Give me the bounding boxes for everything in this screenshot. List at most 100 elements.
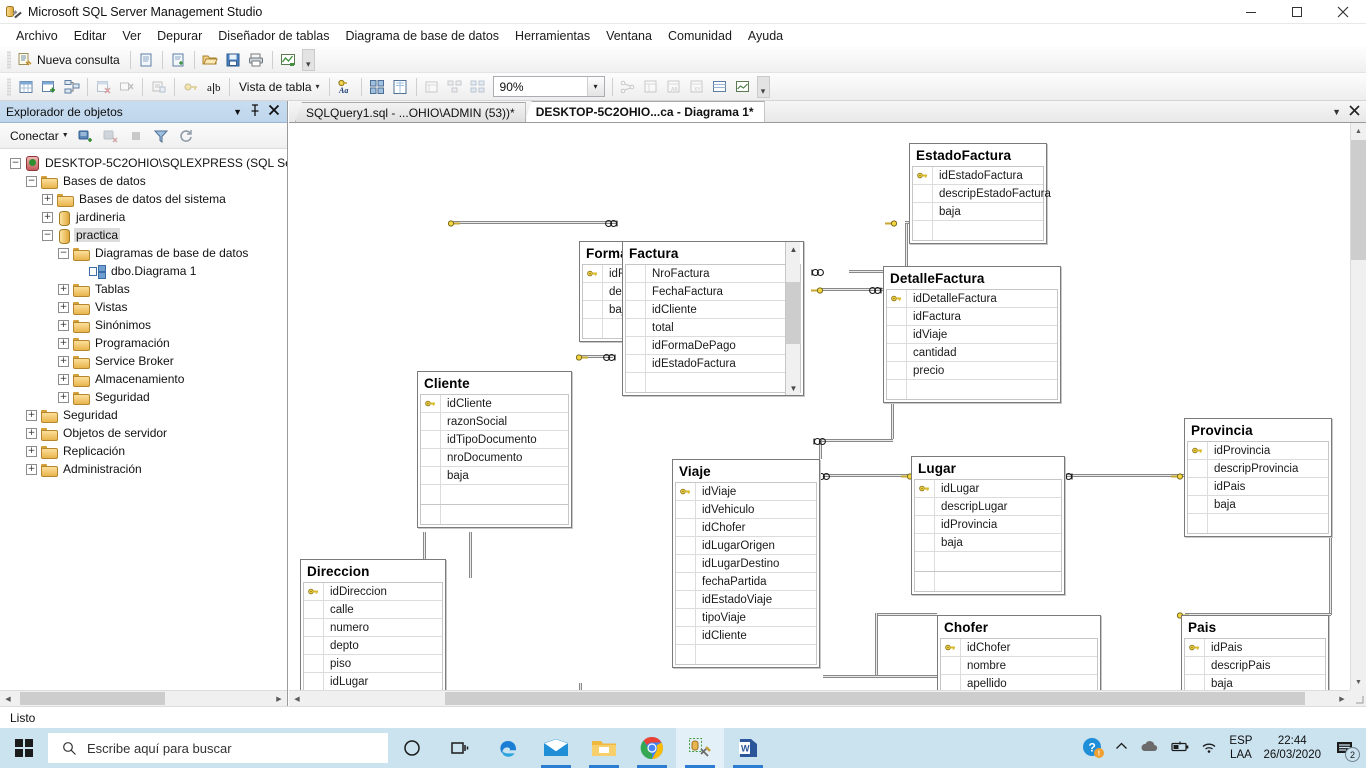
toolbar-overflow-button[interactable]: ▾ <box>301 48 315 71</box>
tree-node[interactable]: − practica <box>0 227 287 244</box>
scroll-right-arrow[interactable]: ▶ <box>1334 691 1350 706</box>
recalculate-page-breaks-button[interactable] <box>389 76 412 98</box>
minimize-button[interactable] <box>1228 0 1274 24</box>
scroll-up-arrow[interactable]: ▲ <box>1351 123 1366 139</box>
scroll-left-arrow[interactable]: ◀ <box>0 691 16 706</box>
menu-archivo[interactable]: Archivo <box>8 26 66 46</box>
cortana-icon[interactable] <box>388 728 436 768</box>
mail-icon[interactable] <box>532 728 580 768</box>
clock[interactable]: 22:44 26/03/2020 <box>1263 734 1321 762</box>
table-field-row[interactable]: FechaFactura <box>626 283 800 301</box>
filter-button[interactable] <box>150 125 173 147</box>
scroll-track[interactable] <box>16 691 271 706</box>
table-field-row[interactable]: depto <box>304 637 442 655</box>
table-field-row[interactable]: idViaje <box>676 483 816 501</box>
word-icon[interactable]: W <box>724 728 772 768</box>
relationship-line[interactable] <box>875 613 878 675</box>
table-field-row[interactable]: idEstadoViaje <box>676 591 816 609</box>
arrange-tables-button[interactable] <box>467 76 490 98</box>
tree-node[interactable]: + Seguridad <box>0 389 287 405</box>
refresh-button[interactable] <box>175 125 198 147</box>
expand-icon[interactable]: + <box>58 355 69 367</box>
relationship-line[interactable] <box>579 683 582 690</box>
table-field-row[interactable]: idDetalleFactura <box>887 290 1057 308</box>
generate-change-script-button[interactable] <box>147 76 170 98</box>
autosize-selected-tables-button[interactable] <box>421 76 444 98</box>
relationship-line[interactable] <box>905 223 908 272</box>
task-view-icon[interactable] <box>436 728 484 768</box>
table-view-standard-button[interactable] <box>640 76 663 98</box>
expand-icon[interactable]: + <box>42 193 53 205</box>
tree-node[interactable]: + Tablas <box>0 281 287 297</box>
table-field-row[interactable]: idViaje <box>887 326 1057 344</box>
relationship-line[interactable] <box>823 474 911 477</box>
save-button[interactable] <box>222 49 245 71</box>
tree-node[interactable]: + Seguridad <box>0 407 287 423</box>
open-file-button[interactable] <box>199 49 222 71</box>
expand-icon[interactable]: + <box>58 319 69 331</box>
tree-node[interactable]: + Bases de datos del sistema <box>0 191 287 207</box>
table-blank-row[interactable] <box>626 373 800 393</box>
table-field-row[interactable]: precio <box>887 362 1057 380</box>
table-field-row[interactable]: descripEstadoFactura <box>913 185 1051 203</box>
table-field-row[interactable]: idLugar <box>304 673 442 690</box>
expand-icon[interactable]: + <box>58 391 69 403</box>
scroll-up-arrow[interactable]: ▲ <box>786 242 801 256</box>
table-field-row[interactable]: baja <box>913 203 1043 221</box>
diagram-table[interactable]: Cliente idCliente razonSocial idTipoDocumen… <box>417 371 572 528</box>
diagram-table[interactable]: Pais idPais descripPais baja <box>1181 615 1329 690</box>
arrange-selection-button[interactable] <box>444 76 467 98</box>
scroll-right-arrow[interactable]: ▶ <box>271 691 287 706</box>
chrome-icon[interactable] <box>628 728 676 768</box>
table-view-custom-button[interactable] <box>709 76 732 98</box>
relationships-button[interactable]: a | b <box>202 76 225 98</box>
tab-list-icon[interactable]: ▼ <box>1332 107 1341 117</box>
scroll-left-arrow[interactable]: ◀ <box>289 691 305 706</box>
pin-icon[interactable] <box>249 103 261 120</box>
tree-node[interactable]: dbo.Diagrama 1 <box>0 263 287 279</box>
remove-from-diagram-button[interactable] <box>115 76 138 98</box>
table-blank-row[interactable] <box>676 645 816 665</box>
toolbar-overflow-button-2[interactable]: ▾ <box>756 75 770 98</box>
tree-node[interactable]: − Bases de datos <box>0 173 287 189</box>
delete-from-database-button[interactable] <box>92 76 115 98</box>
table-field-row[interactable]: baja <box>1188 496 1328 514</box>
menu-ayuda[interactable]: Ayuda <box>740 26 791 46</box>
menu-editar[interactable]: Editar <box>66 26 115 46</box>
table-field-row[interactable]: idLugar <box>915 480 1061 498</box>
help-icon[interactable]: ? ! <box>1082 737 1105 759</box>
object-explorer-hscrollbar[interactable]: ◀ ▶ <box>0 690 287 706</box>
table-field-row[interactable]: idCliente <box>421 395 568 413</box>
scroll-thumb[interactable] <box>20 692 165 705</box>
diagram-canvas[interactable]: FormaDePagoidFormaDePagodescripFormaDePa… <box>289 123 1350 690</box>
menu-depurar[interactable]: Depurar <box>149 26 210 46</box>
scroll-thumb[interactable] <box>445 692 1305 705</box>
tree-node[interactable]: + Vistas <box>0 299 287 315</box>
table-field-row[interactable]: total <box>626 319 800 337</box>
expand-icon[interactable]: + <box>58 283 69 295</box>
collapse-icon[interactable]: − <box>10 157 21 169</box>
new-table-button[interactable] <box>14 76 37 98</box>
toolbar-grip-2[interactable] <box>7 77 11 96</box>
expand-icon[interactable]: + <box>26 463 37 475</box>
zoom-dropdown[interactable]: 90% ▾ <box>492 76 605 97</box>
database-diagram-properties-button[interactable] <box>732 76 755 98</box>
table-field-row[interactable]: idProvincia <box>1188 442 1328 460</box>
diagram-table[interactable]: DetalleFactura idDetalleFactura idFactura i… <box>883 266 1061 403</box>
table-field-row[interactable]: idVehiculo <box>676 501 816 519</box>
collapse-icon[interactable]: − <box>26 175 37 187</box>
table-field-row[interactable]: numero <box>304 619 442 637</box>
relationship-line[interactable] <box>1067 474 1184 477</box>
close-panel-icon[interactable] <box>268 104 280 119</box>
tree-node[interactable]: + Almacenamiento <box>0 371 287 387</box>
activity-monitor-button[interactable] <box>277 49 300 71</box>
close-button[interactable] <box>1320 0 1366 24</box>
expand-icon[interactable]: + <box>42 211 53 223</box>
table-field-row[interactable]: cantidad <box>887 344 1057 362</box>
expand-icon[interactable]: + <box>26 427 37 439</box>
table-field-row[interactable]: nroDocumento <box>421 449 568 467</box>
menu-ventana[interactable]: Ventana <box>598 26 660 46</box>
tree-node[interactable]: + Replicación <box>0 443 287 459</box>
close-tab-icon[interactable] <box>1349 105 1360 119</box>
table-field-row[interactable]: idChofer <box>941 639 1097 657</box>
